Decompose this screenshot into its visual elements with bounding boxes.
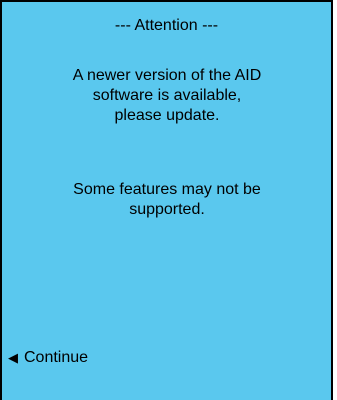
left-arrow-icon: ◀ — [8, 350, 18, 365]
continue-label: Continue — [24, 349, 89, 366]
continue-button[interactable]: ◀ Continue — [8, 348, 88, 368]
attention-dialog: --- Attention --- A newer version of the… — [0, 0, 333, 400]
unsupported-features-message: Some features may not be supported. — [73, 181, 261, 218]
update-message: A newer version of the AID software is a… — [72, 67, 262, 124]
dialog-title: --- Attention --- — [114, 17, 219, 34]
